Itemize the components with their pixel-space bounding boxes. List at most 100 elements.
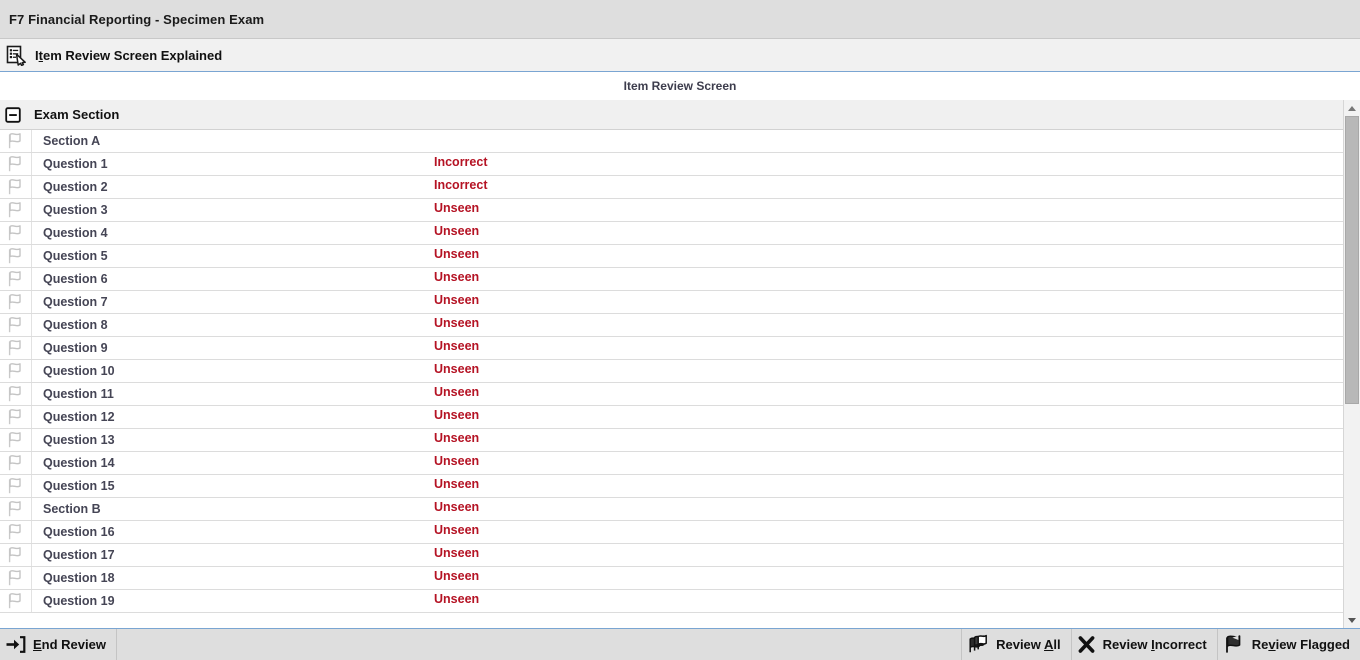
review-all-button[interactable]: Review All (961, 629, 1071, 660)
toolbar: Item Review Screen Explained (0, 39, 1360, 72)
row-item-label: Question 4 (32, 226, 432, 240)
row-item-label: Question 11 (32, 387, 432, 401)
flag-outline-icon[interactable] (0, 268, 32, 290)
row-status-label: Unseen (432, 569, 1343, 583)
row-status-label: Incorrect (432, 155, 1343, 169)
table-row[interactable]: Question 4Unseen (0, 222, 1343, 245)
review-rows: Section AQuestion 1IncorrectQuestion 2In… (0, 130, 1343, 628)
row-item-label: Question 14 (32, 456, 432, 470)
row-status-label: Unseen (432, 523, 1343, 537)
footer-toolbar: End Review Review All (0, 628, 1360, 660)
row-status-label: Incorrect (432, 178, 1343, 192)
flags-stack-icon (967, 634, 989, 655)
flag-outline-icon[interactable] (0, 222, 32, 244)
row-status-label: Unseen (432, 431, 1343, 445)
flag-outline-icon[interactable] (0, 498, 32, 520)
row-item-label: Question 3 (32, 203, 432, 217)
table-row[interactable]: Question 3Unseen (0, 199, 1343, 222)
table-row[interactable]: Question 13Unseen (0, 429, 1343, 452)
table-row[interactable]: Question 19Unseen (0, 590, 1343, 613)
flag-outline-icon[interactable] (0, 521, 32, 543)
table-row[interactable]: Question 6Unseen (0, 268, 1343, 291)
table-row[interactable]: Section BUnseen (0, 498, 1343, 521)
row-item-label: Question 6 (32, 272, 432, 286)
flag-outline-icon[interactable] (0, 383, 32, 405)
row-status-label: Unseen (432, 592, 1343, 606)
exit-door-arrow-icon (5, 634, 26, 655)
flag-outline-icon[interactable] (0, 314, 32, 336)
flag-outline-icon[interactable] (0, 337, 32, 359)
row-status-label: Unseen (432, 247, 1343, 261)
table-row[interactable]: Question 9Unseen (0, 337, 1343, 360)
table-row[interactable]: Question 12Unseen (0, 406, 1343, 429)
scrollbar-thumb[interactable] (1345, 116, 1359, 404)
table-row[interactable]: Question 14Unseen (0, 452, 1343, 475)
table-row[interactable]: Question 17Unseen (0, 544, 1343, 567)
review-flagged-button[interactable]: Review Flagged (1217, 629, 1360, 660)
row-item-label: Section B (32, 502, 432, 516)
row-status-label: Unseen (432, 408, 1343, 422)
scrollbar-track[interactable] (1344, 116, 1360, 612)
table-row[interactable]: Question 2Incorrect (0, 176, 1343, 199)
flag-outline-icon[interactable] (0, 245, 32, 267)
review-incorrect-label: Review Incorrect (1103, 637, 1207, 652)
row-item-label: Question 2 (32, 180, 432, 194)
row-item-label: Question 8 (32, 318, 432, 332)
flag-outline-icon[interactable] (0, 360, 32, 382)
flag-outline-icon[interactable] (0, 429, 32, 451)
window-title: F7 Financial Reporting - Specimen Exam (9, 12, 264, 27)
review-flagged-label: Review Flagged (1252, 637, 1350, 652)
row-item-label: Question 15 (32, 479, 432, 493)
table-row[interactable]: Question 15Unseen (0, 475, 1343, 498)
flag-filled-icon (1223, 634, 1245, 655)
end-review-label: End Review (33, 637, 106, 652)
row-item-label: Question 18 (32, 571, 432, 585)
page-title: Item Review Screen (624, 79, 737, 93)
collapse-minus-icon[interactable] (0, 107, 26, 123)
table-row[interactable]: Question 11Unseen (0, 383, 1343, 406)
item-review-explained-label: Item Review Screen Explained (35, 48, 222, 63)
row-item-label: Question 16 (32, 525, 432, 539)
exam-section-group-label: Exam Section (34, 107, 119, 122)
review-body: Exam Section Section A Question 1Incorrec… (0, 100, 1360, 628)
review-all-label: Review All (996, 637, 1061, 652)
end-review-button[interactable]: End Review (0, 629, 117, 660)
scroll-down-arrow-icon[interactable] (1344, 612, 1360, 628)
flag-outline-icon[interactable] (0, 130, 32, 152)
table-row[interactable]: Question 16Unseen (0, 521, 1343, 544)
table-row[interactable]: Question 18Unseen (0, 567, 1343, 590)
row-status-label: Unseen (432, 454, 1343, 468)
item-review-window: F7 Financial Reporting - Specimen Exam I… (0, 0, 1360, 660)
row-status-label: Unseen (432, 339, 1343, 353)
flag-outline-icon[interactable] (0, 475, 32, 497)
flag-outline-icon[interactable] (0, 153, 32, 175)
scroll-up-arrow-icon[interactable] (1344, 100, 1360, 116)
flag-outline-icon[interactable] (0, 590, 32, 612)
table-row[interactable]: Section A (0, 130, 1343, 153)
flag-outline-icon[interactable] (0, 544, 32, 566)
exam-section-group-header[interactable]: Exam Section (0, 100, 1343, 130)
row-status-label: Unseen (432, 224, 1343, 238)
table-row[interactable]: Question 10Unseen (0, 360, 1343, 383)
flag-outline-icon[interactable] (0, 452, 32, 474)
table-row[interactable]: Question 5Unseen (0, 245, 1343, 268)
table-row[interactable]: Question 8Unseen (0, 314, 1343, 337)
flag-outline-icon[interactable] (0, 176, 32, 198)
row-status-label: Unseen (432, 293, 1343, 307)
footer-spacer (117, 629, 961, 660)
row-item-label: Question 10 (32, 364, 432, 378)
table-row[interactable]: Question 7Unseen (0, 291, 1343, 314)
flag-outline-icon[interactable] (0, 291, 32, 313)
item-review-explained-button[interactable]: Item Review Screen Explained (3, 41, 230, 69)
row-status-label: Unseen (432, 201, 1343, 215)
row-item-label: Question 5 (32, 249, 432, 263)
review-incorrect-button[interactable]: Review Incorrect (1071, 629, 1217, 660)
flag-outline-icon[interactable] (0, 567, 32, 589)
row-item-label: Section A (32, 134, 432, 148)
flag-outline-icon[interactable] (0, 199, 32, 221)
window-titlebar: F7 Financial Reporting - Specimen Exam (0, 0, 1360, 39)
table-row[interactable]: Question 1Incorrect (0, 153, 1343, 176)
vertical-scrollbar[interactable] (1343, 100, 1360, 628)
flag-outline-icon[interactable] (0, 406, 32, 428)
row-item-label: Question 17 (32, 548, 432, 562)
